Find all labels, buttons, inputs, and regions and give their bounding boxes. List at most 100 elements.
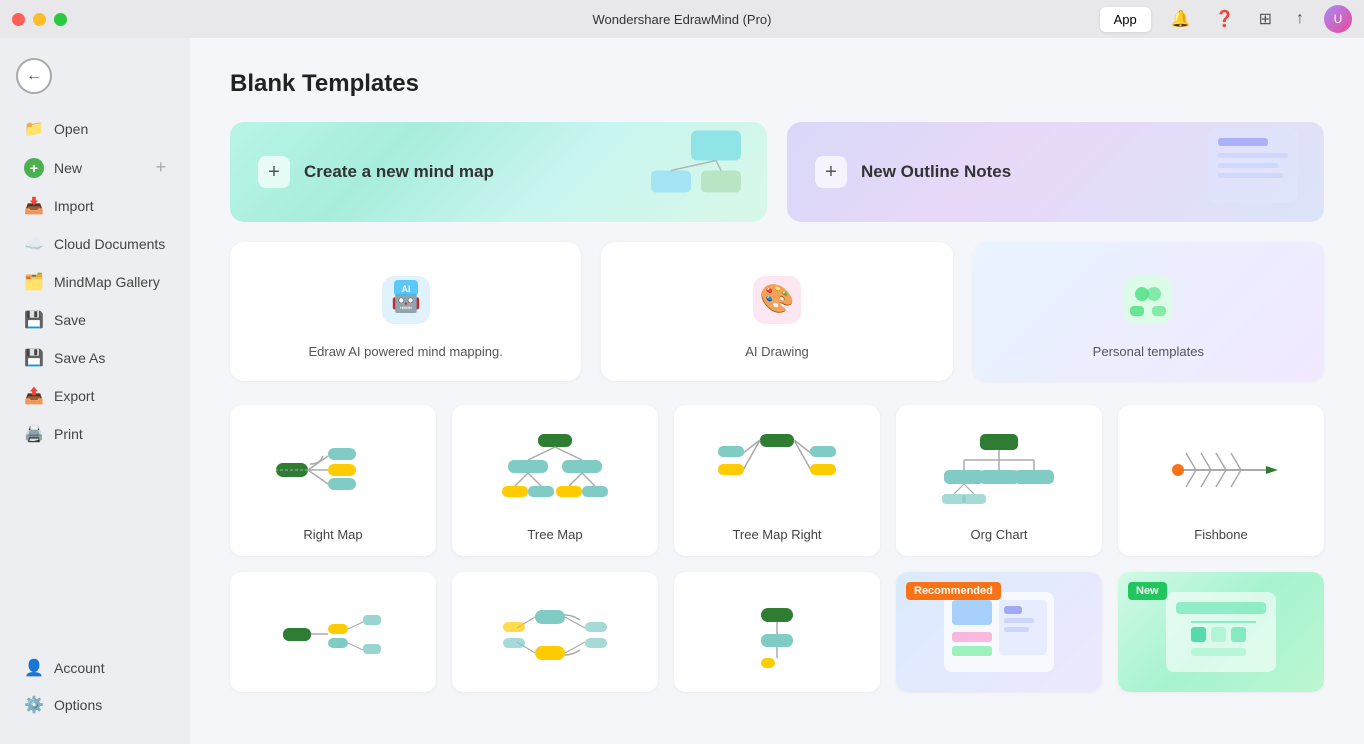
right-map-preview (246, 425, 420, 515)
sidebar-item-open[interactable]: 📁 Open (8, 111, 182, 147)
sidebar-label-new: New (54, 160, 82, 176)
org-chart-preview (912, 425, 1086, 515)
bell-icon[interactable]: 🔔 (1167, 5, 1195, 33)
fishbone-label: Fishbone (1194, 527, 1247, 542)
tree-map-right-label: Tree Map Right (732, 527, 821, 542)
bottom-2-preview (468, 592, 642, 678)
outline-illustration (1198, 123, 1308, 221)
page-title: Blank Templates (230, 70, 1324, 98)
ai-drawing-card[interactable]: 🎨 AI Drawing (601, 242, 952, 381)
share-icon[interactable]: ↑ (1292, 6, 1308, 32)
mindmap-illustration (631, 122, 751, 222)
back-button[interactable]: ← (16, 58, 52, 94)
bottom-1-preview (246, 592, 420, 678)
export-icon: 📤 (24, 386, 44, 406)
sidebar-label-cloud: Cloud Documents (54, 236, 165, 252)
template-bottom-recommended[interactable]: Recommended (896, 572, 1102, 692)
sidebar-label-import: Import (54, 198, 94, 214)
sidebar-item-import[interactable]: 📥 Import (8, 188, 182, 224)
new-plus-icon: + (24, 158, 44, 178)
template-org-chart[interactable]: Org Chart (896, 405, 1102, 556)
tree-map-label: Tree Map (527, 527, 582, 542)
sidebar: ← 📁 Open + New + 📥 Import ☁️ Cloud Docum… (0, 38, 190, 744)
titlebar: Wondershare EdrawMind (Pro) App 🔔 ❓ ⊞ ↑ … (0, 0, 1364, 38)
help-icon[interactable]: ❓ (1211, 5, 1239, 33)
close-button[interactable] (12, 13, 25, 26)
save-icon: 💾 (24, 310, 44, 330)
template-fishbone[interactable]: Fishbone (1118, 405, 1324, 556)
tree-map-preview (468, 425, 642, 515)
sidebar-label-options: Options (54, 697, 102, 713)
cloud-icon: ☁️ (24, 234, 44, 254)
open-icon: 📁 (24, 119, 44, 139)
avatar[interactable]: U (1324, 5, 1352, 33)
template-bottom-1[interactable] (230, 572, 436, 692)
maximize-button[interactable] (54, 13, 67, 26)
hero-mindmap-label: Create a new mind map (304, 162, 494, 182)
template-right-map[interactable]: Right Map (230, 405, 436, 556)
sidebar-item-gallery[interactable]: 🗂️ MindMap Gallery (8, 264, 182, 300)
hero-outline-label: New Outline Notes (861, 162, 1011, 182)
sidebar-item-new[interactable]: + New + (8, 149, 182, 186)
template-grid-bottom: Recommended New (230, 572, 1324, 692)
svg-text:🎨: 🎨 (760, 281, 795, 315)
sidebar-item-options[interactable]: ⚙️ Options (8, 687, 182, 723)
sidebar-label-saveas: Save As (54, 350, 105, 366)
template-bottom-2[interactable] (452, 572, 658, 692)
sidebar-item-cloud[interactable]: ☁️ Cloud Documents (8, 226, 182, 262)
ai-drawing-icon-wrap: 🎨 (747, 270, 807, 330)
sidebar-label-open: Open (54, 121, 88, 137)
app-button[interactable]: App (1100, 7, 1151, 32)
right-map-label: Right Map (303, 527, 362, 542)
fishbone-preview (1134, 425, 1308, 515)
template-grid: Right Map (230, 405, 1324, 556)
print-icon: 🖨️ (24, 424, 44, 444)
sidebar-label-export: Export (54, 388, 94, 404)
svg-text:AI: AI (401, 284, 410, 294)
sidebar-item-save[interactable]: 💾 Save (8, 302, 182, 338)
ai-mindmap-card[interactable]: 🤖 AI Edraw AI powered mind mapping. (230, 242, 581, 381)
tree-map-right-preview (690, 425, 864, 515)
new-badge: New (1128, 582, 1167, 600)
template-bottom-3[interactable] (674, 572, 880, 692)
hero-plus-icon: + (258, 156, 290, 188)
create-mindmap-card[interactable]: + Create a new mind map (230, 122, 767, 222)
personal-templates-card[interactable]: Personal templates (973, 242, 1324, 381)
org-chart-label: Org Chart (970, 527, 1027, 542)
new-outline-card[interactable]: + New Outline Notes (787, 122, 1324, 222)
hero-row: + Create a new mind map + New Outline No… (230, 122, 1324, 222)
sidebar-label-gallery: MindMap Gallery (54, 274, 160, 290)
sidebar-item-export[interactable]: 📤 Export (8, 378, 182, 414)
template-bottom-new[interactable]: New (1118, 572, 1324, 692)
account-icon: 👤 (24, 658, 44, 678)
sidebar-label-save: Save (54, 312, 86, 328)
bottom-3-preview (690, 592, 864, 678)
template-tree-map-right[interactable]: Tree Map Right (674, 405, 880, 556)
sidebar-item-print[interactable]: 🖨️ Print (8, 416, 182, 452)
template-tree-map[interactable]: Tree Map (452, 405, 658, 556)
window-title: Wondershare EdrawMind (Pro) (593, 12, 772, 27)
personal-templates-label: Personal templates (1093, 344, 1204, 359)
new-add-icon[interactable]: + (155, 157, 166, 178)
traffic-lights (12, 13, 67, 26)
titlebar-actions: App 🔔 ❓ ⊞ ↑ U (1100, 5, 1352, 33)
ai-drawing-label: AI Drawing (745, 344, 809, 359)
ai-mindmap-label: Edraw AI powered mind mapping. (308, 344, 502, 359)
new-left: + New (24, 158, 82, 178)
options-icon: ⚙️ (24, 695, 44, 715)
recommended-badge: Recommended (906, 582, 1001, 600)
content-area: Blank Templates + Create a new mind map (190, 38, 1364, 744)
ai-mindmap-icon-wrap: 🤖 AI (376, 270, 436, 330)
gallery-icon: 🗂️ (24, 272, 44, 292)
sidebar-item-saveas[interactable]: 💾 Save As (8, 340, 182, 376)
sidebar-item-account[interactable]: 👤 Account (8, 650, 182, 686)
personal-icon-wrap (1118, 270, 1178, 330)
sidebar-label-account: Account (54, 660, 105, 676)
feature-row: 🤖 AI Edraw AI powered mind mapping. 🎨 AI… (230, 242, 1324, 381)
saveas-icon: 💾 (24, 348, 44, 368)
sidebar-label-print: Print (54, 426, 83, 442)
grid-icon[interactable]: ⊞ (1255, 5, 1276, 33)
minimize-button[interactable] (33, 13, 46, 26)
main-layout: ← 📁 Open + New + 📥 Import ☁️ Cloud Docum… (0, 38, 1364, 744)
import-icon: 📥 (24, 196, 44, 216)
